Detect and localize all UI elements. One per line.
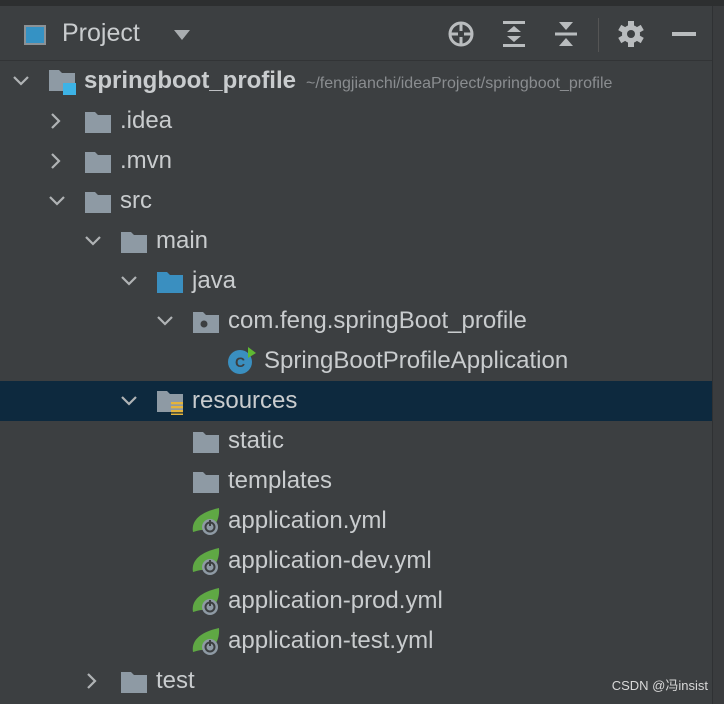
- item-name: resources: [192, 387, 298, 414]
- item-name: test: [156, 667, 195, 694]
- spring-class-icon: C: [227, 346, 257, 374]
- chevron-right-icon[interactable]: [48, 153, 64, 169]
- folder-icon: [83, 149, 113, 175]
- tree-item-label: com.feng.springBoot_profile: [228, 307, 527, 335]
- tree-item-resources[interactable]: resources: [0, 381, 712, 421]
- chevron-down-icon[interactable]: [48, 193, 65, 209]
- svg-text:C: C: [235, 354, 245, 370]
- project-view-title[interactable]: Project: [62, 19, 140, 48]
- tree-item-springboot-profile[interactable]: springboot_profile ~/fengjianchi/ideaProj…: [0, 61, 712, 101]
- folder-icon: [119, 229, 149, 255]
- item-name: main: [156, 227, 209, 254]
- folder-icon: [83, 109, 113, 135]
- tree-item-label: .idea: [120, 107, 172, 135]
- spring-yml-icon: [191, 626, 221, 655]
- tree-item-application-prod-yml[interactable]: application-prod.yml: [0, 581, 712, 621]
- tree-item-label: templates: [228, 467, 332, 495]
- chevron-down-icon[interactable]: [84, 233, 101, 249]
- tree-item-main[interactable]: main: [0, 221, 712, 261]
- item-name: SpringBootProfileApplication: [264, 347, 569, 374]
- tree-item-label: test: [156, 667, 195, 695]
- chevron-down-icon[interactable]: [12, 73, 29, 89]
- tree-item-label: application.yml: [228, 507, 387, 535]
- resources-folder-icon: [155, 389, 185, 415]
- item-name: src: [120, 187, 152, 214]
- tree-item-application-test-yml[interactable]: application-test.yml: [0, 621, 712, 661]
- spring-yml-icon: [191, 586, 221, 615]
- module-icon: [47, 69, 77, 95]
- item-name: static: [228, 427, 285, 454]
- toolbar-separator: [598, 18, 599, 52]
- tree-item-label: .mvn: [120, 147, 172, 175]
- tree-item-label: application-dev.yml: [228, 547, 432, 575]
- item-name: .idea: [120, 107, 173, 134]
- spring-yml-icon: [191, 506, 221, 535]
- tree-item-mvn[interactable]: .mvn: [0, 141, 712, 181]
- tree-item-static[interactable]: static: [0, 421, 712, 461]
- item-name: java: [192, 267, 237, 294]
- item-name: application.yml: [228, 507, 387, 534]
- item-name: springboot_profile: [84, 67, 296, 94]
- tree-item-label: resources: [192, 387, 297, 415]
- tree-item-label: static: [228, 427, 284, 455]
- chevron-down-icon[interactable]: [174, 30, 190, 40]
- right-edge-strip: [712, 6, 724, 704]
- item-name: templates: [228, 467, 333, 494]
- folder-icon: [83, 189, 113, 215]
- tree-item-label: SpringBootProfileApplication: [264, 347, 568, 375]
- project-window-icon: [24, 25, 46, 45]
- watermark: CSDN @冯insist: [611, 678, 708, 693]
- item-name: application-dev.yml: [228, 547, 432, 574]
- tree-item-springbootprofileapplication[interactable]: C SpringBootProfileApplication: [0, 341, 712, 381]
- tree-item-application-yml[interactable]: application.yml: [0, 501, 712, 541]
- minimize-icon[interactable]: [669, 19, 699, 49]
- item-name: application-prod.yml: [228, 587, 443, 614]
- tree-item-label: application-test.yml: [228, 627, 433, 655]
- chevron-down-icon[interactable]: [120, 393, 137, 409]
- item-name: .mvn: [120, 147, 173, 174]
- chevron-down-icon[interactable]: [120, 273, 137, 289]
- chevron-right-icon[interactable]: [84, 673, 100, 689]
- item-name: com.feng.springBoot_profile: [228, 307, 527, 334]
- tree-item-label: src: [120, 187, 152, 215]
- folder-icon: [191, 469, 221, 495]
- tree-item-src[interactable]: src: [0, 181, 712, 221]
- project-path: ~/fengjianchi/ideaProject/springboot_pro…: [306, 75, 613, 92]
- tree-item-java[interactable]: java: [0, 261, 712, 301]
- tree-item-label: application-prod.yml: [228, 587, 443, 615]
- source-folder-icon: [155, 269, 185, 295]
- tree-item-test[interactable]: test: [0, 661, 712, 701]
- item-name: application-test.yml: [228, 627, 434, 654]
- gear-icon[interactable]: [616, 19, 646, 49]
- chevron-down-icon[interactable]: [156, 313, 173, 329]
- collapse-all-icon[interactable]: [551, 19, 581, 49]
- tree-item-com-feng-springboot-profile[interactable]: com.feng.springBoot_profile: [0, 301, 712, 341]
- tree-item-label: java: [192, 267, 236, 295]
- tree-item-application-dev-yml[interactable]: application-dev.yml: [0, 541, 712, 581]
- spring-yml-icon: [191, 546, 221, 575]
- tree-item-label: springboot_profile ~/fengjianchi/ideaProj…: [84, 67, 612, 95]
- chevron-right-icon[interactable]: [48, 113, 64, 129]
- project-toolbar: Project: [0, 6, 712, 61]
- tree-item-label: main: [156, 227, 208, 255]
- folder-icon: [191, 429, 221, 455]
- package-icon: [191, 309, 221, 335]
- expand-all-icon[interactable]: [499, 19, 529, 49]
- tree-item-idea[interactable]: .idea: [0, 101, 712, 141]
- tree-item-templates[interactable]: templates: [0, 461, 712, 501]
- folder-icon: [119, 669, 149, 695]
- crosshair-icon[interactable]: [446, 19, 476, 49]
